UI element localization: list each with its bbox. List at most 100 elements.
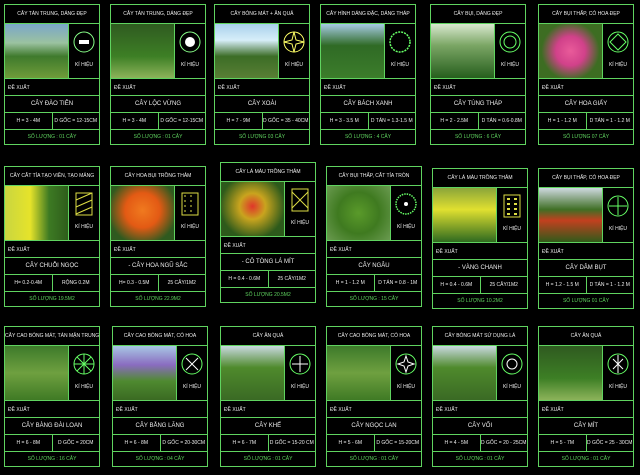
legend-label: KÍ HIỆU	[74, 62, 94, 68]
legend-label: KÍ HIỆU	[502, 226, 522, 232]
legend-label: KÍ HIỆU	[180, 62, 200, 68]
plant-name: CÂY DÂM BỤT	[539, 260, 633, 277]
plant-name: CÂY BẰNG LĂNG	[113, 418, 207, 435]
plant-card: CÂY BÓNG MÁT SỬ DỤNG LÁ KÍ HIỆU ĐỀ XUẤT …	[432, 326, 528, 467]
spec-height: H = 0.4 - 0.6M	[221, 271, 269, 287]
plant-name: CÂY KHẾ	[221, 418, 315, 435]
plant-name: CÂY LỘC VỪNG	[111, 96, 205, 113]
plant-name: CÂY TÙNG THÁP	[431, 96, 525, 113]
plant-quantity: SỐ LƯỢNG 10.2M2	[457, 298, 503, 304]
plant-symbol-icon	[395, 193, 417, 215]
spec-height: H = 1 - 1.2 M	[539, 113, 587, 129]
legend-label: KÍ HIỆU	[284, 62, 304, 68]
spec-height: H = 3 - 4M	[111, 113, 159, 129]
spec-diameter: D GỐC = 15-20 CM	[269, 440, 314, 446]
plant-symbol-icon	[73, 353, 95, 375]
plant-card: CÂY BỤI THẤP, CÓ HOA ĐẸP KÍ HIỆU ĐỀ XUẤT…	[538, 4, 634, 145]
plant-quantity: SỐ LƯỢNG 19.5M2	[29, 296, 75, 302]
proposal-label: ĐỀ XUẤT	[8, 407, 30, 413]
legend-label: KÍ HIỆU	[502, 384, 522, 390]
plant-photo	[539, 24, 603, 78]
hatch-pattern-icon	[75, 192, 93, 216]
card-title: CÂY LÁ MÀU TRỒNG THẢM	[221, 163, 315, 182]
card-title: CÂY ĂN QUẢ	[221, 327, 315, 346]
legend-label: KÍ HIỆU	[608, 226, 628, 232]
spec-diameter: D TÁN = 0.6-0.8M	[481, 118, 522, 124]
legend-label: KÍ HIỆU	[396, 384, 416, 390]
card-title: CÂY HOA BỤI TRỒNG THẢM	[111, 167, 205, 186]
proposal-label: ĐỀ XUẤT	[542, 407, 564, 413]
spec-width: RỘNG 0.2M	[61, 280, 90, 286]
hatch-pattern-icon	[181, 192, 199, 216]
proposal-label: ĐỀ XUẤT	[436, 249, 458, 255]
proposal-label: ĐỀ XUẤT	[224, 243, 246, 249]
proposal-label: ĐỀ XUẤT	[8, 85, 30, 91]
plant-card: CÂY TÁN TRUNG, DÁNG ĐẸP KÍ HIỆU ĐỀ XUẤT …	[4, 4, 100, 145]
plant-quantity: SỐ LƯỢNG 07 CÂY	[562, 134, 610, 140]
card-title: CÂY BỤI, DÁNG ĐẸP	[431, 5, 525, 24]
card-title: CÂY CAO BÓNG MÁT, TÁN MẶN TRUNG	[5, 327, 99, 346]
legend-label: KÍ HIỆU	[396, 224, 416, 230]
legend-label: KÍ HIỆU	[74, 384, 94, 390]
proposal-label: ĐỀ XUẤT	[436, 407, 458, 413]
plant-quantity: SỐ LƯỢNG : 01 CÂY	[349, 456, 399, 462]
proposal-label: ĐỀ XUẤT	[542, 249, 564, 255]
card-title: CÂY BỤI THẤP, CÓ HOA ĐẸP	[539, 5, 633, 24]
card-title: CÂY BỤI THẤP, CÓ HOA ĐẸP	[539, 169, 633, 188]
plant-photo	[5, 346, 69, 400]
card-title: CÂY BỤI THẤP, CẮT TỈA TRÒN	[327, 167, 421, 186]
legend-label: KÍ HIỆU	[290, 220, 310, 226]
plant-symbol-icon	[607, 195, 629, 217]
card-title: CÂY BÓNG MÁT + ĂN QUẢ	[215, 5, 309, 24]
plant-quantity: SỐ LƯỢNG : 01 CÂY	[561, 456, 611, 462]
legend-label: KÍ HIỆU	[500, 62, 520, 68]
card-title: CÂY TÁN TRUNG, DÁNG ĐẸP	[111, 5, 205, 24]
plant-quantity: SỐ LƯỢNG : 01 CÂY	[455, 456, 505, 462]
plant-card: CÂY ĂN QUẢ KÍ HIỆU ĐỀ XUẤT CÂY KHẾ H = 6…	[220, 326, 316, 467]
plant-photo	[539, 346, 603, 400]
plant-name: - CÂY HOA NGŨ SẮC	[111, 258, 205, 275]
plant-quantity: SỐ LƯỢNG : 01 CÂY	[133, 134, 183, 140]
plant-card: CÂY BÓNG MÁT + ĂN QUẢ KÍ HIỆU ĐỀ XUẤT CÂ…	[214, 4, 310, 145]
legend-label: KÍ HIỆU	[608, 384, 628, 390]
plant-photo	[327, 346, 391, 400]
plant-photo	[321, 24, 385, 78]
plant-quantity: SỐ LƯỢNG : 16 CÂY	[27, 456, 77, 462]
plant-quantity: SỐ LƯỢNG : 15 CÂY	[349, 296, 399, 302]
plant-symbol-icon	[289, 353, 311, 375]
spec-height: H= 0.3 - 0.5M	[111, 275, 159, 291]
hatch-pattern-icon	[503, 194, 521, 218]
legend-label: KÍ HIỆU	[390, 62, 410, 68]
spec-height: H = 2 - 2.5M	[431, 113, 479, 129]
plant-photo	[433, 188, 497, 242]
plant-photo	[111, 186, 175, 240]
plant-name: CÂY NGỌC LAN	[327, 418, 421, 435]
plant-symbol-icon	[73, 31, 95, 53]
plant-symbol-icon	[501, 353, 523, 375]
plant-symbol-icon	[283, 31, 305, 53]
plant-card: CÂY HÌNH DÁNG ĐẶC, DÁNG THÁP KÍ HIỆU ĐỀ …	[320, 4, 416, 145]
proposal-label: ĐỀ XUẤT	[224, 407, 246, 413]
plant-quantity: SỐ LƯỢNG 20.5M2	[245, 292, 291, 298]
proposal-label: ĐỀ XUẤT	[434, 85, 456, 91]
spec-height: H = 6 - 7M	[221, 435, 269, 451]
plant-symbol-icon	[607, 353, 629, 375]
plant-card: CÂY CAO BÓNG MÁT, TÁN MẶN TRUNG KÍ HIỆU …	[4, 326, 100, 467]
plant-name: CÂY BÀNG ĐÀI LOAN	[5, 418, 99, 435]
spec-density: 25 CÂY/1M2	[277, 276, 306, 282]
plant-quantity: SỐ LƯỢNG : 01 CÂY	[243, 456, 293, 462]
spec-height: H = 5 - 6M	[327, 435, 375, 451]
plant-photo	[433, 346, 497, 400]
spec-height: H = 3 - 4M	[5, 113, 53, 129]
proposal-label: ĐỀ XUẤT	[114, 85, 136, 91]
plant-symbol-icon	[389, 31, 411, 53]
spec-height: H = 1.2 - 1.5 M	[539, 277, 587, 293]
spec-height: H = 3 - 3.5 M	[321, 113, 369, 129]
proposal-label: ĐỀ XUẤT	[218, 85, 240, 91]
plant-name: CÂY XOÀI	[215, 96, 309, 113]
plant-card: CÂY CAO BÓNG MÁT, CÓ HOA KÍ HIỆU ĐỀ XUẤT…	[326, 326, 422, 467]
spec-height: H = 7 - 9M	[215, 113, 263, 129]
proposal-label: ĐỀ XUẤT	[116, 407, 138, 413]
legend-label: KÍ HIỆU	[74, 224, 94, 230]
spec-diameter: D GỐC = 12-15CM	[54, 118, 98, 124]
